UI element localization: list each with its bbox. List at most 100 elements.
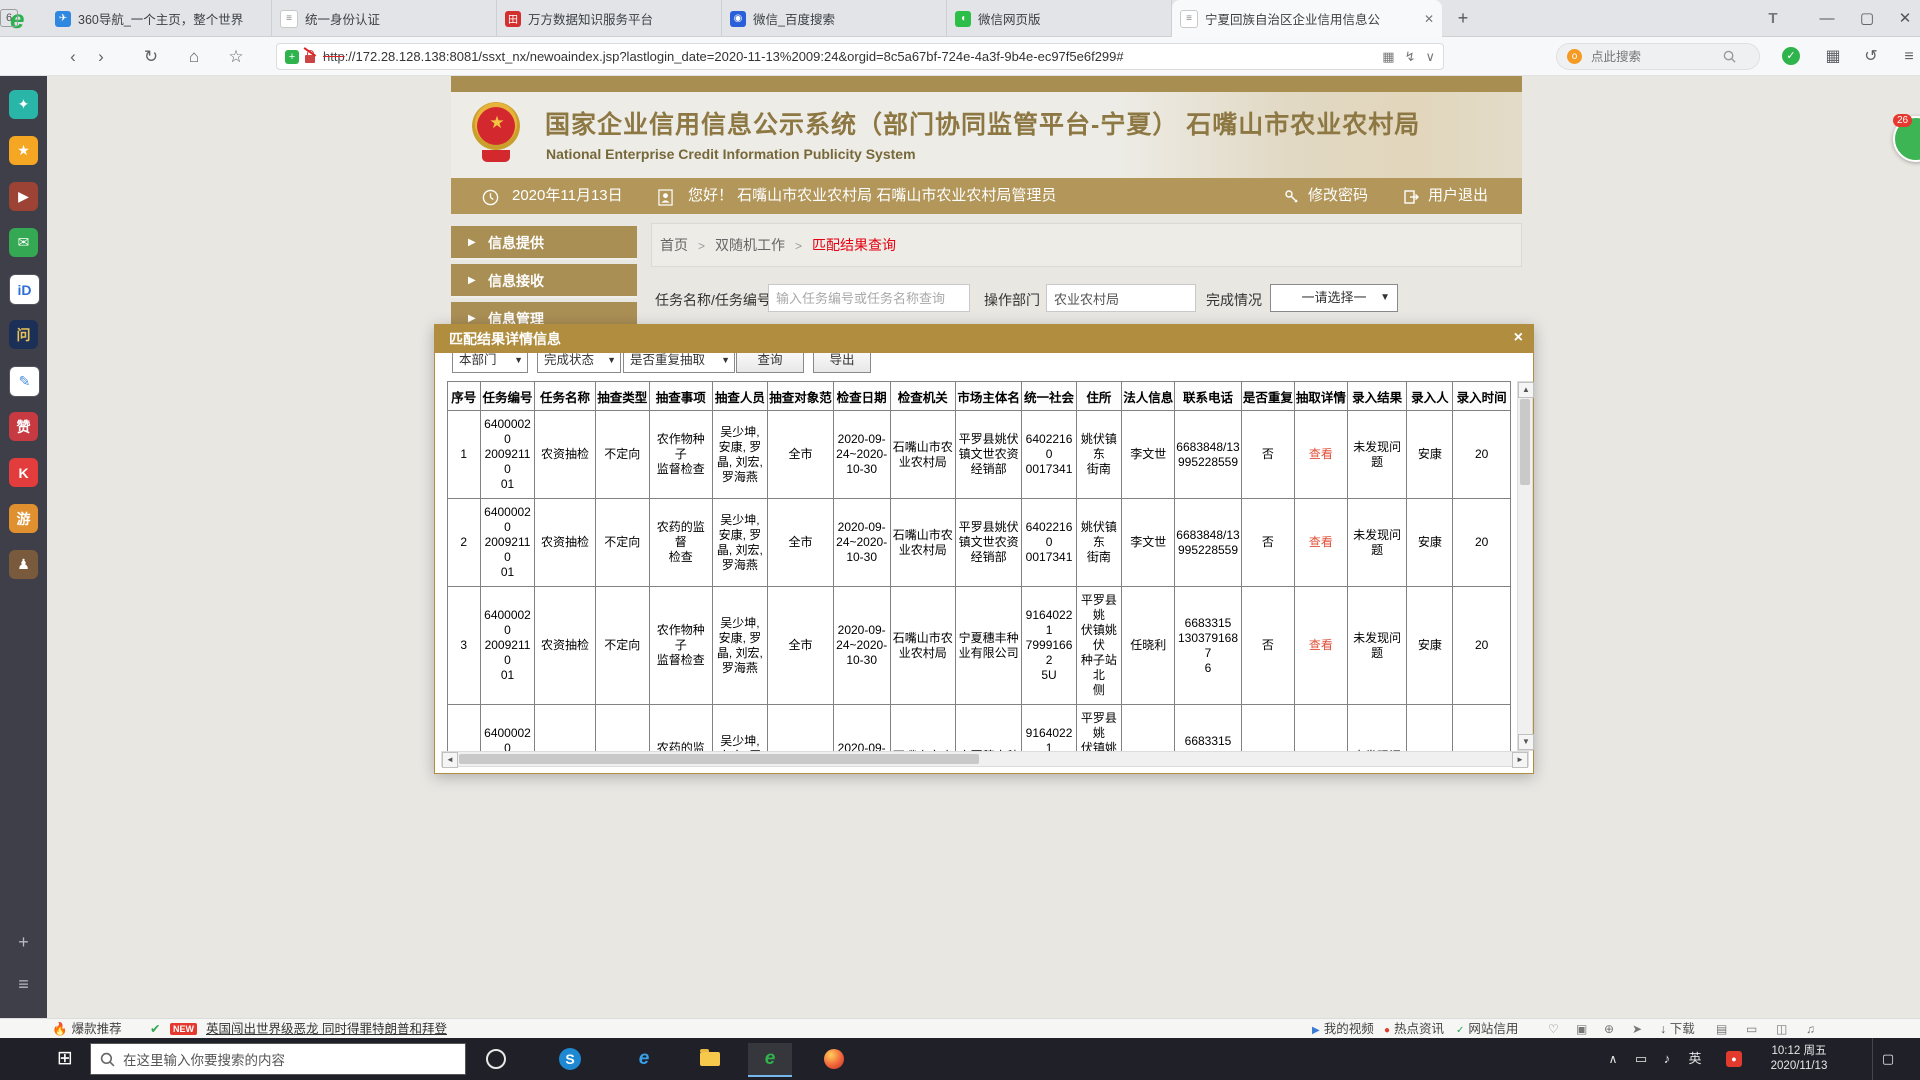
game-app-icon[interactable]: 游 [9, 504, 38, 533]
dept-filter-input[interactable] [1046, 284, 1196, 312]
history-restore-icon[interactable]: ↺ [1858, 37, 1884, 76]
scroll-down-icon[interactable]: ▼ [1518, 734, 1534, 750]
hscroll-thumb[interactable] [459, 754, 979, 764]
tab-count-badge[interactable]: 6 [0, 9, 18, 27]
url-text[interactable]: http://172.28.128.138:8081/ssxt_nx/newoa… [323, 49, 1372, 64]
favorites-star-icon[interactable]: ★ [9, 136, 38, 165]
side-floater-button[interactable]: 26 [1893, 116, 1920, 162]
notification-center-icon[interactable]: ▢ [1872, 1038, 1903, 1080]
start-button[interactable]: ⊞ [48, 1038, 82, 1080]
video-app-icon[interactable]: ▶ [9, 182, 38, 211]
snapshot-icon[interactable]: ▣ [1576, 1019, 1587, 1039]
browser-search-box[interactable]: o [1556, 43, 1760, 70]
status-filter-select[interactable]: 一请选择一 ▼ [1270, 284, 1398, 312]
file-explorer-icon[interactable] [688, 1043, 732, 1075]
export-button[interactable]: 导出 [813, 353, 871, 373]
dialog-dropdown-1[interactable]: 本部门▼ [452, 353, 528, 373]
my-videos-button[interactable]: ▶我的视频 [1312, 1019, 1374, 1039]
apps-grid-icon[interactable]: ▦ [1820, 37, 1846, 76]
scroll-right-icon[interactable]: ► [1512, 752, 1528, 768]
browser-tab[interactable]: ◖微信网页版 [947, 0, 1172, 37]
minimize-button[interactable]: — [1812, 0, 1842, 37]
edge-icon[interactable]: e [622, 1043, 666, 1075]
dialog-title-bar[interactable]: 匹配结果详情信息 [435, 325, 1533, 353]
dialog-dropdown-3[interactable]: 是否重复抽取▼ [623, 353, 735, 373]
headline-link[interactable]: 英国闯出世界级恶龙 同时得罪特朗普和拜登 [206, 1019, 447, 1039]
browser-tab[interactable]: ◉微信_百度搜索 [722, 0, 947, 37]
tray-ime-icon[interactable]: ● [1726, 1051, 1742, 1067]
scroll-up-icon[interactable]: ▲ [1518, 382, 1534, 398]
translate-icon[interactable]: ⊕ [1604, 1019, 1614, 1039]
monitor-icon[interactable]: ▭ [1746, 1019, 1757, 1039]
browser-tab[interactable]: ≡宁夏回族自治区企业信用信息公✕ [1172, 0, 1442, 37]
key-icon[interactable] [1284, 179, 1300, 215]
sphere-app-icon[interactable] [812, 1043, 856, 1075]
view-detail-link[interactable]: 查看 [1294, 499, 1347, 587]
print-icon[interactable]: ▤ [1716, 1019, 1727, 1039]
refresh-icon[interactable]: ↻ [138, 37, 164, 76]
safe-check-icon[interactable]: ✓ [1782, 47, 1800, 65]
ask-app-icon[interactable]: 问 [9, 320, 38, 349]
new-tab-button[interactable]: + [1448, 0, 1478, 37]
home-icon[interactable]: ⌂ [181, 37, 207, 76]
dialog-dropdown-2[interactable]: 完成状态▼ [537, 353, 621, 373]
dropdown-icon[interactable]: ∨ [1425, 49, 1435, 65]
logout-icon[interactable] [1404, 179, 1420, 215]
extension-add-icon[interactable]: + [285, 50, 299, 64]
profile-app-icon[interactable]: ♟ [9, 550, 38, 579]
task-filter-input[interactable] [768, 284, 970, 312]
breadcrumb-level2[interactable]: 双随机工作 [715, 237, 785, 253]
tray-language-indicator[interactable]: 英 [1682, 1038, 1708, 1080]
restore-button[interactable]: ▢ [1852, 0, 1882, 37]
view-detail-link[interactable]: 查看 [1294, 411, 1347, 499]
chat-app-icon[interactable]: ✦ [9, 90, 38, 119]
view-detail-link[interactable]: 查看 [1294, 705, 1347, 752]
horizontal-scrollbar[interactable]: ◄ ► [441, 751, 1529, 767]
notes-app-icon[interactable]: ✎ [9, 366, 40, 397]
browser-search-input[interactable] [1589, 49, 1723, 65]
tray-chevron-icon[interactable]: ∧ [1600, 1038, 1626, 1080]
close-button[interactable]: ✕ [1890, 0, 1920, 37]
list-icon[interactable]: ≡ [0, 974, 47, 995]
grid-icon[interactable]: ▦ [1382, 49, 1394, 65]
favorite-star-icon[interactable]: ☆ [223, 37, 249, 76]
logout-link[interactable]: 用户退出 [1428, 178, 1488, 214]
menu-icon[interactable]: ≡ [1896, 37, 1920, 76]
360-browser-icon[interactable]: e [748, 1043, 792, 1077]
add-icon[interactable]: + [0, 932, 47, 953]
scroll-left-icon[interactable]: ◄ [442, 752, 458, 768]
zan-app-icon[interactable]: 赞 [9, 412, 38, 441]
sound-icon[interactable]: ♫ [1806, 1019, 1815, 1039]
lightning-icon[interactable]: ↯ [1405, 49, 1416, 65]
vertical-scrollbar[interactable]: ▲ ▼ [1517, 381, 1533, 751]
sidebar-item-1[interactable]: ▶信息提供 [451, 226, 637, 260]
boost-icon[interactable]: ➤ [1632, 1019, 1642, 1039]
tray-monitor-icon[interactable]: ▭ [1628, 1038, 1654, 1080]
query-button[interactable]: 查询 [736, 353, 804, 373]
id-app-icon[interactable]: iD [9, 274, 40, 305]
address-bar[interactable]: + http://172.28.128.138:8081/ssxt_nx/new… [276, 43, 1444, 70]
skin-theme-icon[interactable]: T [1760, 0, 1786, 37]
site-credit-button[interactable]: ✓网站信用 [1456, 1019, 1518, 1039]
tray-sound-icon[interactable]: ♪ [1654, 1038, 1680, 1080]
mail-app-icon[interactable]: ✉ [9, 228, 38, 257]
browser-tab[interactable]: ≡统一身份认证 [272, 0, 497, 37]
sidebar-item-2[interactable]: ▶信息接收 [451, 264, 637, 298]
browser-tab[interactable]: 田万方数据知识服务平台 [497, 0, 722, 37]
cortana-icon[interactable] [486, 1049, 506, 1069]
browser-tab[interactable]: ✈360导航_一个主页，整个世界 [47, 0, 272, 37]
cast-icon[interactable]: ◫ [1776, 1019, 1787, 1039]
taskbar-search[interactable]: 在这里输入你要搜索的内容 [90, 1043, 466, 1075]
hot-picks-button[interactable]: 🔥爆款推荐 [52, 1019, 122, 1039]
tray-clock[interactable]: 10:12 周五 2020/11/13 [1756, 1038, 1842, 1080]
download-button[interactable]: ↓ 下载 [1660, 1019, 1695, 1039]
vscroll-thumb[interactable] [1520, 399, 1530, 485]
change-password-link[interactable]: 修改密码 [1308, 178, 1368, 214]
heart-icon[interactable]: ♡ [1548, 1019, 1559, 1039]
forward-icon[interactable]: › [88, 37, 114, 76]
breadcrumb-home[interactable]: 首页 [660, 237, 688, 253]
dialog-close-icon[interactable]: × [1514, 325, 1523, 353]
view-detail-link[interactable]: 查看 [1294, 587, 1347, 705]
ksong-app-icon[interactable]: K [9, 458, 38, 487]
search-icon[interactable] [1723, 50, 1736, 63]
